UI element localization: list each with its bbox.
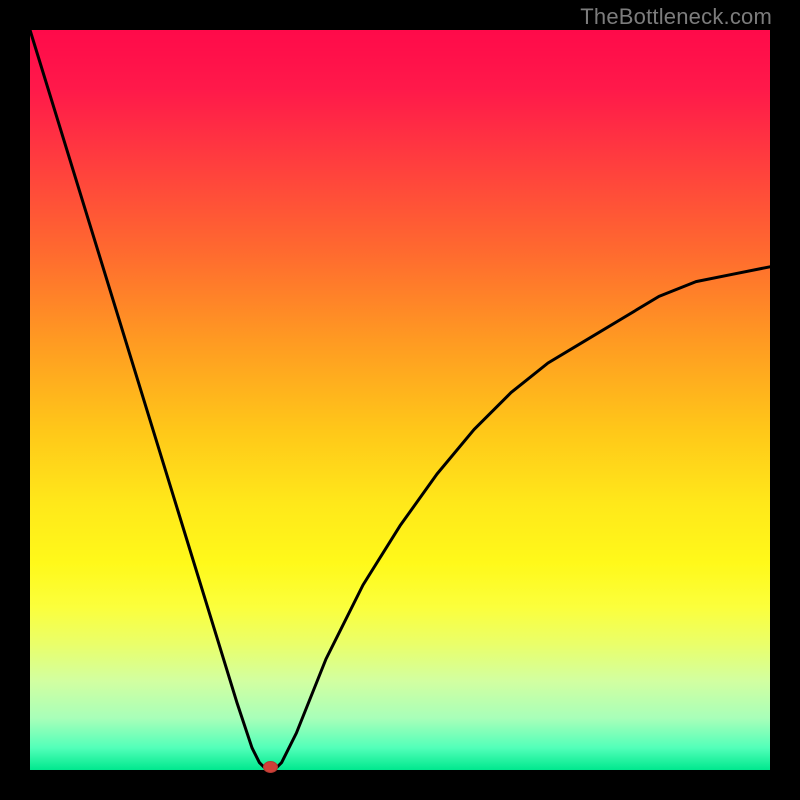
curve-svg [30, 30, 770, 770]
optimum-marker [264, 762, 278, 773]
plot-area [30, 30, 770, 770]
chart-frame: TheBottleneck.com [0, 0, 800, 800]
watermark-text: TheBottleneck.com [580, 4, 772, 30]
bottleneck-curve [30, 30, 770, 770]
